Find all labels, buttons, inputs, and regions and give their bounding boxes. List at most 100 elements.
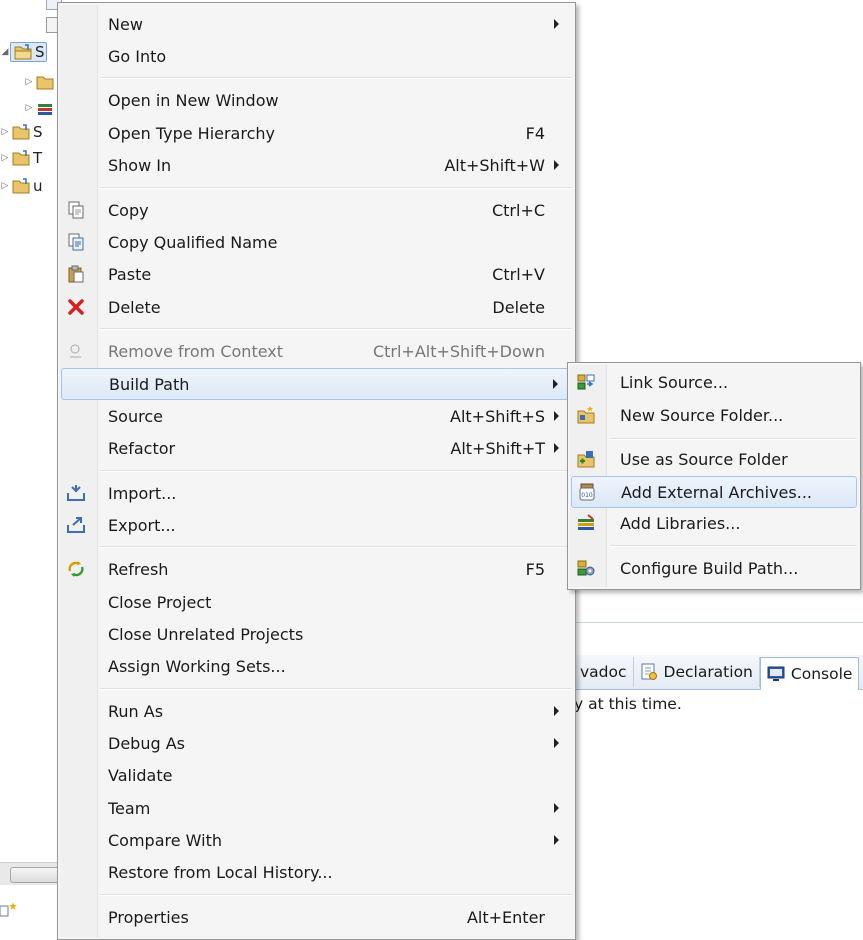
menu-item-copy[interactable]: Copy Ctrl+C xyxy=(61,195,572,225)
tree-item[interactable]: ▷ xyxy=(24,71,54,93)
menu-item-label: Assign Working Sets... xyxy=(108,656,286,676)
menu-item-team[interactable]: Team xyxy=(61,793,572,823)
menu-item-go-into[interactable]: Go Into xyxy=(61,41,572,71)
menu-item-shortcut: Alt+Shift+T xyxy=(450,438,545,458)
new-source-folder-icon xyxy=(577,406,595,424)
menu-item-label: Open Type Hierarchy xyxy=(108,123,275,143)
submenu-arrow-icon xyxy=(554,443,559,453)
new-item-icon[interactable] xyxy=(0,900,22,920)
menu-item-close-project[interactable]: Close Project xyxy=(61,587,572,617)
chevron-right-icon[interactable]: ▷ xyxy=(0,181,10,191)
menu-item-label: Debug As xyxy=(108,733,185,753)
menu-item-open-in-new-window[interactable]: Open in New Window xyxy=(61,85,572,115)
menu-item-export[interactable]: Export... xyxy=(61,510,572,540)
menu-item-label: Build Path xyxy=(109,374,190,394)
submenu-arrow-icon xyxy=(554,160,559,170)
menu-item-label: Source xyxy=(108,406,163,426)
menu-item-show-in[interactable]: Show In Alt+Shift+W xyxy=(61,150,572,180)
menu-item-copy-qualified-name[interactable]: Copy Qualified Name xyxy=(61,227,572,257)
menu-item-link-source[interactable]: Link Source... xyxy=(571,367,857,397)
menu-item-label: Use as Source Folder xyxy=(620,449,788,469)
chevron-down-icon[interactable]: ◢ xyxy=(0,47,10,57)
console-message: y at this time. xyxy=(574,695,682,713)
tree-item-label: u xyxy=(33,177,43,195)
menu-separator xyxy=(100,470,572,472)
menu-item-compare-with[interactable]: Compare With xyxy=(61,825,572,855)
menu-item-label: Add External Archives... xyxy=(621,482,812,502)
tab-console[interactable]: Console xyxy=(759,656,860,690)
menu-item-new[interactable]: New xyxy=(61,9,572,39)
menu-item-restore-from-local-history[interactable]: Restore from Local History... xyxy=(61,857,572,887)
menu-item-shortcut: Ctrl+V xyxy=(492,264,545,284)
menu-item-refactor[interactable]: Refactor Alt+Shift+T xyxy=(61,433,572,463)
menu-item-paste[interactable]: Paste Ctrl+V xyxy=(61,259,572,289)
submenu-arrow-icon xyxy=(554,411,559,421)
scrollbar-thumb[interactable] xyxy=(10,867,62,883)
menu-item-new-source-folder[interactable]: New Source Folder... xyxy=(571,400,857,430)
menu-item-close-unrelated-projects[interactable]: Close Unrelated Projects xyxy=(61,619,572,649)
menu-item-build-path[interactable]: Build Path xyxy=(61,368,572,400)
menu-item-shortcut: Ctrl+C xyxy=(491,200,545,220)
menu-item-properties[interactable]: Properties Alt+Enter xyxy=(61,902,572,932)
menu-item-import[interactable]: Import... xyxy=(61,478,572,508)
menu-item-label: Import... xyxy=(108,483,177,503)
menu-item-shortcut: Delete xyxy=(492,297,545,317)
paste-icon xyxy=(68,265,84,283)
chevron-right-icon[interactable]: ▷ xyxy=(0,153,10,163)
tree-item-project[interactable]: ◢ S xyxy=(0,41,47,63)
menu-item-shortcut: Alt+Shift+S xyxy=(450,406,545,426)
chevron-right-icon[interactable]: ▷ xyxy=(24,103,34,113)
horizontal-scrollbar[interactable] xyxy=(0,862,62,885)
project-folder-icon xyxy=(12,150,30,166)
project-explorer: ◢ S ▷ ▷ ▷ S ▷ T ▷ u xyxy=(0,0,62,860)
configure-build-path-icon xyxy=(577,560,595,576)
tab-label: Declaration xyxy=(663,663,753,681)
delete-icon xyxy=(68,299,84,315)
menu-item-add-libraries[interactable]: Add Libraries... xyxy=(571,508,857,538)
menu-item-label: Remove from Context xyxy=(108,341,284,361)
project-folder-icon xyxy=(12,124,30,140)
tree-item-project[interactable]: ▷ S xyxy=(0,121,43,143)
tree-item-project[interactable]: ▷ T xyxy=(0,147,43,169)
menu-separator xyxy=(100,894,572,896)
package-folder-icon xyxy=(36,76,54,90)
menu-item-debug-as[interactable]: Debug As xyxy=(61,728,572,758)
menu-item-assign-working-sets[interactable]: Assign Working Sets... xyxy=(61,651,572,681)
menu-item-label: Run As xyxy=(108,701,164,721)
menu-item-delete[interactable]: Delete Delete xyxy=(61,292,572,322)
console-panel: vadoc Declaration Console y at this time… xyxy=(574,622,863,937)
chevron-right-icon[interactable]: ▷ xyxy=(24,77,34,87)
menu-separator xyxy=(610,438,857,440)
tab-javadoc[interactable]: vadoc xyxy=(574,657,634,687)
menu-item-add-external-archives[interactable]: 010 Add External Archives... xyxy=(571,476,857,508)
menu-item-label: Compare With xyxy=(108,830,222,850)
submenu-arrow-icon xyxy=(554,835,559,845)
svg-text:010: 010 xyxy=(581,492,593,499)
library-icon xyxy=(578,514,594,530)
menu-item-configure-build-path[interactable]: Configure Build Path... xyxy=(571,553,857,583)
menu-item-use-as-source-folder[interactable]: Use as Source Folder xyxy=(571,444,857,474)
menu-item-shortcut: Alt+Shift+W xyxy=(444,155,545,175)
copy-qualified-icon xyxy=(68,233,84,251)
menu-item-label: Copy Qualified Name xyxy=(108,232,278,252)
menu-separator xyxy=(100,546,572,548)
remove-context-icon xyxy=(70,344,81,358)
tab-label: Console xyxy=(790,664,853,683)
submenu-arrow-icon xyxy=(554,738,559,748)
menu-item-source[interactable]: Source Alt+Shift+S xyxy=(61,401,572,431)
menu-item-label: Close Project xyxy=(108,592,212,612)
menu-item-run-as[interactable]: Run As xyxy=(61,696,572,726)
tree-item-selection: S xyxy=(10,42,47,62)
menu-item-open-type-hierarchy[interactable]: Open Type Hierarchy F4 xyxy=(61,118,572,148)
menu-item-refresh[interactable]: Refresh F5 xyxy=(61,554,572,584)
chevron-right-icon[interactable]: ▷ xyxy=(0,127,10,137)
tree-item[interactable]: ▷ xyxy=(24,97,54,119)
menu-item-label: Go Into xyxy=(108,46,167,66)
tree-item-project[interactable]: ▷ u xyxy=(0,175,43,197)
menu-item-validate[interactable]: Validate xyxy=(61,760,572,790)
submenu-arrow-icon xyxy=(553,379,558,389)
tab-declaration[interactable]: Declaration xyxy=(634,657,760,687)
menu-item-label: Delete xyxy=(108,297,161,317)
tree-item-label: S xyxy=(33,123,43,141)
menu-item-label: Open in New Window xyxy=(108,90,279,110)
